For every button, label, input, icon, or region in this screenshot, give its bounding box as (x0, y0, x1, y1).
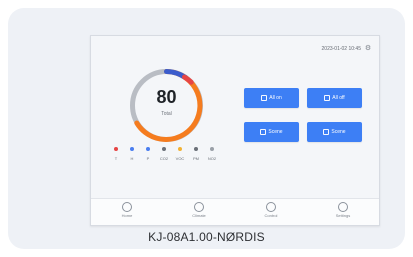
sensor-label: T (114, 156, 118, 161)
nav-label: Climate (192, 213, 206, 218)
sensor-item: PM (189, 147, 203, 169)
scene-icon (260, 129, 267, 135)
product-caption: KJ-08A1.00-NØRDIS (148, 230, 265, 244)
nav-item-home[interactable]: Home (105, 199, 149, 225)
sensor-dot (130, 147, 134, 151)
product-card: 2023-01-02 10:45 ⚙ 80 Total T H P CO2 VO… (8, 8, 405, 249)
nav-item-climate[interactable]: Climate (177, 199, 221, 225)
settings-icon (338, 202, 348, 212)
scene-button-1[interactable]: Scene (244, 122, 299, 142)
nav-label: Control (264, 213, 278, 218)
device-screen: 2023-01-02 10:45 ⚙ 80 Total T H P CO2 VO… (90, 35, 380, 226)
climate-icon (194, 202, 204, 212)
ring-label: Total (161, 111, 172, 117)
ring-center: 80 Total (124, 63, 209, 148)
sensor-label: CO2 (159, 156, 169, 161)
sensor-label: P (146, 156, 150, 161)
scene-button-2[interactable]: Scene (307, 122, 362, 142)
control-icon (266, 202, 276, 212)
nav-item-settings[interactable]: Settings (321, 199, 365, 225)
power-off-icon (324, 95, 331, 101)
ring-value: 80 (156, 87, 177, 107)
sensor-row: T H P CO2 VOC PM NO2 (109, 147, 219, 169)
sensor-item: T (109, 147, 123, 169)
score-ring: 80 Total (124, 63, 209, 148)
button-label: Scene (268, 129, 283, 135)
datetime: 2023-01-02 10:45 (321, 46, 361, 52)
sensor-label: VOC (175, 156, 185, 161)
sensor-dot (146, 147, 150, 151)
button-label: Scene (331, 129, 346, 135)
sensor-dot (114, 147, 118, 151)
sensor-item: H (125, 147, 139, 169)
nav-label: Home (121, 213, 133, 218)
all-off-button[interactable]: All off (307, 88, 362, 108)
sensor-label: NO2 (207, 156, 217, 161)
scene-icon (323, 129, 330, 135)
sensor-dot (194, 147, 198, 151)
sensor-dot (178, 147, 182, 151)
gear-icon[interactable]: ⚙ (364, 45, 372, 53)
sensor-item: CO2 (157, 147, 171, 169)
button-label: All on (269, 95, 282, 101)
sensor-item: NO2 (205, 147, 219, 169)
all-on-button[interactable]: All on (244, 88, 299, 108)
sensor-item: VOC (173, 147, 187, 169)
sensor-item: P (141, 147, 155, 169)
power-icon (261, 95, 268, 101)
nav-label: Settings (335, 213, 351, 218)
sensor-dot (162, 147, 166, 151)
bottom-nav: Home Climate Control Settings (91, 198, 379, 225)
sensor-dot (210, 147, 214, 151)
button-label: All off (332, 95, 345, 101)
sensor-label: PM (193, 156, 199, 161)
home-icon (122, 202, 132, 212)
nav-item-control[interactable]: Control (249, 199, 293, 225)
sensor-label: H (130, 156, 134, 161)
